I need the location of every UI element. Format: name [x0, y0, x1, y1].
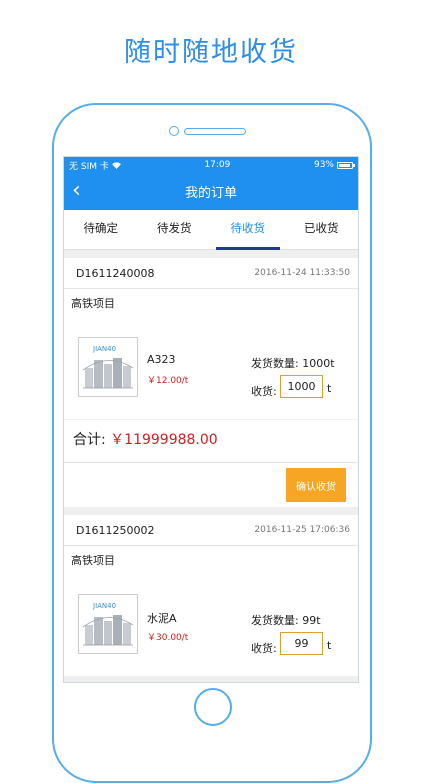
total-label: 合计: [73, 432, 106, 448]
product-image: JIAN40 [78, 594, 138, 654]
product-name: 水泥A [147, 612, 177, 625]
app-screen: 无 SIM 卡 17:09 93% ‹ 我的订单 待确定 待发货 待收货 已收货… [63, 156, 359, 683]
confirm-receipt-button[interactable]: 确认收货 [286, 468, 346, 502]
receive-quantity-input[interactable] [280, 632, 323, 655]
ship-quantity: 发货数量: 99t [251, 614, 321, 627]
carrier-text: 无 SIM 卡 [69, 161, 109, 172]
order-tabs: 待确定 待发货 待收货 已收货 [64, 210, 358, 250]
product-row: JIAN40 水泥A ￥30.00/t 发货数量: 99t 收货: t [64, 576, 358, 676]
receive-label: 收货: [251, 385, 277, 398]
top-bar: 无 SIM 卡 17:09 93% ‹ 我的订单 [64, 157, 358, 210]
brand-logo-text: JIAN40 [92, 345, 116, 353]
promo-headline: 随时随地收货 [124, 37, 298, 68]
tab-received[interactable]: 已收货 [285, 210, 359, 249]
wifi-icon [111, 161, 121, 172]
page-title: 我的订单 [184, 186, 237, 201]
order-total: 合计: ￥11999988.00 [64, 419, 358, 463]
order-time: 2016-11-25 17:06:36 [254, 525, 350, 535]
battery-group: 93% [313, 160, 355, 170]
order-card: D1611240008 2016-11-24 11:33:50 高铁项目 JIA… [64, 258, 358, 507]
ship-quantity: 发货数量: 1000t [251, 357, 335, 370]
battery-icon [337, 161, 355, 169]
phone-camera [169, 126, 179, 136]
tab-pending-ship[interactable]: 待发货 [138, 210, 212, 249]
nav-bar: ‹ 我的订单 [64, 173, 358, 210]
receive-label: 收货: [251, 642, 277, 655]
project-name: 高铁项目 [71, 554, 115, 567]
carrier-label: 无 SIM 卡 [69, 159, 121, 172]
order-card: D1611250002 2016-11-25 17:06:36 高铁项目 JIA… [64, 515, 358, 676]
total-amount: ￥11999988.00 [110, 432, 218, 448]
status-time: 17:09 [204, 160, 231, 170]
order-time: 2016-11-24 11:33:50 [254, 268, 350, 278]
product-price: ￥12.00/t [147, 376, 189, 386]
order-number: D1611240008 [76, 266, 155, 280]
product-row: JIAN40 A323 ￥12.00/t 发货数量: 1000t 收货: t [64, 319, 358, 419]
phone-speaker [184, 128, 246, 135]
project-name: 高铁项目 [71, 297, 115, 310]
receive-quantity-input[interactable] [280, 375, 323, 398]
back-arrow-icon[interactable]: ‹ [72, 178, 81, 204]
tab-pending-receive[interactable]: 待收货 [211, 210, 285, 250]
product-name: A323 [147, 353, 176, 366]
order-header: D1611250002 2016-11-25 17:06:36 [64, 515, 358, 546]
product-price: ￥30.00/t [147, 633, 189, 643]
status-bar: 无 SIM 卡 17:09 93% [64, 157, 358, 173]
order-actions: 确认收货 [64, 463, 358, 507]
home-button[interactable] [194, 688, 232, 726]
order-header: D1611240008 2016-11-24 11:33:50 [64, 258, 358, 289]
unit-label: t [327, 639, 332, 652]
order-number: D1611250002 [76, 523, 155, 537]
tab-pending-confirm[interactable]: 待确定 [64, 210, 138, 249]
product-image: JIAN40 [78, 337, 138, 397]
battery-percent: 93% [313, 160, 334, 170]
brand-logo-text: JIAN40 [92, 602, 116, 610]
unit-label: t [327, 382, 332, 395]
